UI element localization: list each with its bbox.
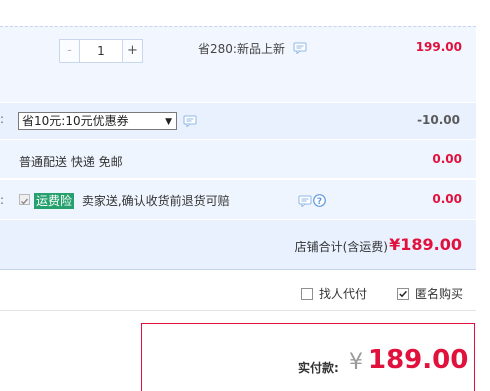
shipping-row: 普通配送 快递 免邮 0.00	[0, 139, 476, 178]
store-total-label: 店铺合计(含运费)	[294, 240, 388, 254]
quantity-input[interactable]	[80, 39, 122, 63]
cart-item-row: - + 省280:新品上新 199.00	[0, 26, 476, 102]
insurance-checkbox	[19, 194, 30, 205]
help-icon[interactable]: ?	[313, 194, 326, 210]
payment-summary-box: 实付款: ¥ 189.00	[141, 323, 475, 391]
anonymous-checkbox[interactable]	[397, 287, 409, 300]
proxy-pay-option[interactable]: 找人代付	[301, 285, 367, 302]
promotion-label: 省280:新品上新	[198, 40, 307, 57]
proxy-pay-label: 找人代付	[319, 287, 368, 301]
payment-amount: 189.00	[368, 345, 469, 375]
insurance-amount: 0.00	[432, 192, 462, 206]
row-marker: :	[0, 193, 5, 207]
chat-icon[interactable]	[293, 42, 307, 57]
proxy-pay-checkbox[interactable]	[301, 287, 313, 300]
coupon-discount-amount: -10.00	[417, 113, 460, 127]
coupon-select[interactable]: 省10元:10元优惠券 ▼	[18, 112, 177, 130]
row-marker: :	[0, 112, 5, 126]
chat-icon[interactable]	[183, 115, 197, 130]
payment-currency: ¥	[349, 350, 363, 375]
insurance-badge: 运费险	[34, 193, 75, 209]
store-total-row: 店铺合计(含运费) ¥189.00	[0, 219, 476, 270]
svg-text:?: ?	[317, 197, 322, 207]
checkmark-icon	[21, 198, 29, 205]
store-total-amount: ¥189.00	[389, 235, 462, 254]
insurance-label: 运费险 卖家送,确认收货前退货可赔	[34, 192, 230, 209]
shipping-amount: 0.00	[432, 152, 462, 166]
insurance-text: 卖家送,确认收货前退货可赔	[81, 194, 230, 208]
decrease-quantity-button[interactable]: -	[59, 39, 80, 63]
checkmark-icon	[399, 290, 407, 297]
coupon-row: : 省10元:10元优惠券 ▼ -10.00	[0, 103, 476, 139]
chevron-down-icon: ▼	[165, 117, 172, 127]
anonymous-purchase-option[interactable]: 匿名购买	[397, 285, 463, 302]
shipping-insurance-row: : 运费险 卖家送,确认收货前退货可赔 ? 0.00	[0, 179, 476, 219]
promotion-text: 省280:新品上新	[198, 42, 285, 56]
checkout-options-row: 找人代付 匿名购买	[0, 271, 476, 311]
increase-quantity-button[interactable]: +	[122, 39, 143, 63]
chat-icon[interactable]	[298, 195, 312, 210]
item-price: 199.00	[415, 40, 462, 54]
anonymous-label: 匿名购买	[415, 287, 464, 301]
quantity-stepper: - +	[59, 39, 143, 63]
coupon-selected-value: 省10元:10元优惠券	[22, 114, 129, 128]
payment-label: 实付款:	[298, 361, 339, 375]
shipping-method: 普通配送 快递 免邮	[19, 155, 123, 169]
